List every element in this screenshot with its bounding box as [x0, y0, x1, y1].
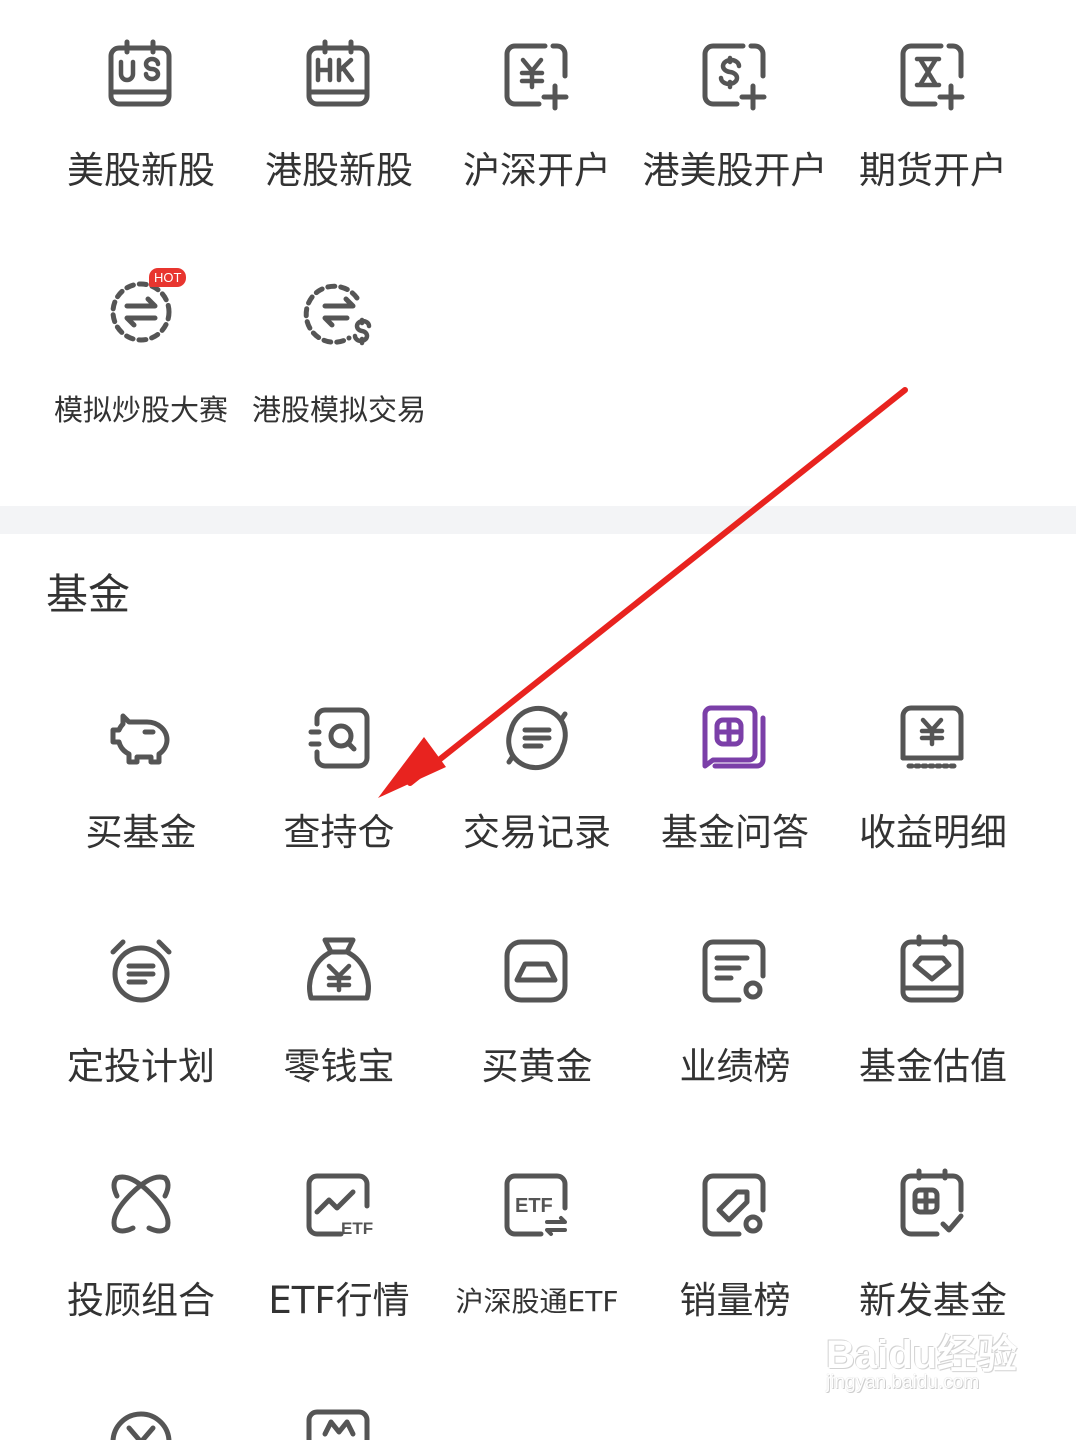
item-label: 港股新股 [265, 149, 413, 192]
record-refresh-icon [499, 700, 575, 776]
item-label: 投顾组合 [67, 1279, 215, 1322]
advisor-combo-icon [103, 1168, 179, 1244]
svg-text:ETF: ETF [341, 1219, 373, 1238]
grid-item-stock-connect-etf[interactable]: ETF 沪深股通ETF [438, 1168, 636, 1316]
grid-item-auto-invest-plan[interactable]: 定投计划 [42, 934, 240, 1085]
yuan-account-add-icon [499, 38, 575, 114]
partial-circle-icon [103, 1404, 179, 1440]
section-title: 基金 [46, 570, 131, 619]
item-label: 新发基金 [859, 1279, 1007, 1322]
grid-item-income-details[interactable]: 收益明细 [834, 700, 1032, 851]
item-label: 查持仓 [283, 811, 395, 854]
item-label: 销量榜 [679, 1279, 791, 1322]
grid-item-buy-fund[interactable]: 买基金 [42, 700, 240, 851]
hourglass-account-add-icon [895, 38, 971, 114]
item-label: 零钱宝 [283, 1045, 395, 1088]
grid-item-new-funds[interactable]: 新发基金 [834, 1168, 1032, 1319]
dollar-account-add-icon [697, 38, 773, 114]
us-calendar-icon [103, 38, 179, 114]
watermark-sub: jingyan.baidu.com [826, 1372, 980, 1393]
grid-item-buy-gold[interactable]: 买黄金 [438, 934, 636, 1085]
grid-item-fund-valuation[interactable]: 基金估值 [834, 934, 1032, 1085]
search-holdings-icon [301, 700, 377, 776]
item-label: 基金问答 [661, 811, 809, 854]
new-fund-check-icon [895, 1168, 971, 1244]
item-label: 港美股开户 [642, 149, 828, 192]
etf-chart-icon: ETF [301, 1168, 377, 1244]
exchange-dollar-icon [301, 274, 377, 350]
svg-text:ETF: ETF [515, 1195, 553, 1217]
grid-item-fund-qa[interactable]: 基金问答 [636, 700, 834, 851]
grid-item-check-holdings[interactable]: 查持仓 [240, 700, 438, 851]
fund-qa-icon [697, 700, 773, 776]
item-label: 美股新股 [67, 149, 215, 192]
alarm-clock-icon [103, 934, 179, 1010]
item-label: 买基金 [85, 811, 197, 854]
item-label: 定投计划 [67, 1045, 215, 1088]
item-label: ETF行情 [268, 1279, 410, 1322]
item-label: 沪深股通ETF [455, 1285, 619, 1318]
grid-item-pocket-money[interactable]: 零钱宝 [240, 934, 438, 1085]
item-label: 港股模拟交易 [251, 393, 426, 427]
item-label: 模拟炒股大赛 [53, 393, 228, 427]
grid-item-hk-simulated-trading[interactable]: 港股模拟交易 [240, 274, 438, 425]
money-bag-icon [301, 934, 377, 1010]
grid-item-trade-records[interactable]: 交易记录 [438, 700, 636, 851]
valuation-diamond-icon [895, 934, 971, 1010]
grid-item-hk-ipo[interactable]: 港股新股 [240, 38, 438, 189]
hk-calendar-icon [301, 38, 377, 114]
partial-chart-icon [301, 1404, 377, 1440]
item-label: 沪深开户 [463, 149, 611, 192]
watermark-main: Baidu经验 [826, 1333, 1018, 1377]
grid-item-us-ipo[interactable]: 美股新股 [42, 38, 240, 189]
yuan-receipt-icon [895, 700, 971, 776]
item-label: 收益明细 [859, 811, 1007, 854]
sales-tag-icon [697, 1168, 773, 1244]
grid-item-advisor-portfolio[interactable]: 投顾组合 [42, 1168, 240, 1319]
ranking-list-icon [697, 934, 773, 1010]
item-label: 期货开户 [859, 149, 1007, 192]
baidu-jingyan-watermark: Baidu经验 jingyan.baidu.com [826, 1322, 1026, 1418]
grid-item-a-share-account[interactable]: 沪深开户 [438, 38, 636, 189]
grid-item-etf-market[interactable]: ETF ETF行情 [240, 1168, 438, 1319]
hot-badge: HOT [149, 268, 187, 287]
item-label: 交易记录 [463, 811, 611, 854]
item-label: 基金估值 [859, 1045, 1007, 1088]
grid-item-hk-us-account[interactable]: 港美股开户 [636, 38, 834, 189]
grid-item-stock-contest[interactable]: HOT 模拟炒股大赛 [42, 268, 240, 427]
grid-item-performance-ranking[interactable]: 业绩榜 [636, 934, 834, 1085]
etf-exchange-icon: ETF [499, 1168, 575, 1244]
piggy-bank-icon [103, 700, 179, 776]
grid-item-partial[interactable] [240, 1404, 438, 1440]
item-label: 业绩榜 [679, 1045, 791, 1088]
section-divider [0, 506, 1076, 534]
grid-item-partial[interactable] [42, 1404, 240, 1440]
exchange-circle-icon: HOT [103, 268, 187, 350]
gold-bar-icon [499, 934, 575, 1010]
grid-item-futures-account[interactable]: 期货开户 [834, 38, 1032, 189]
grid-item-sales-ranking[interactable]: 销量榜 [636, 1168, 834, 1319]
item-label: 买黄金 [481, 1045, 593, 1088]
